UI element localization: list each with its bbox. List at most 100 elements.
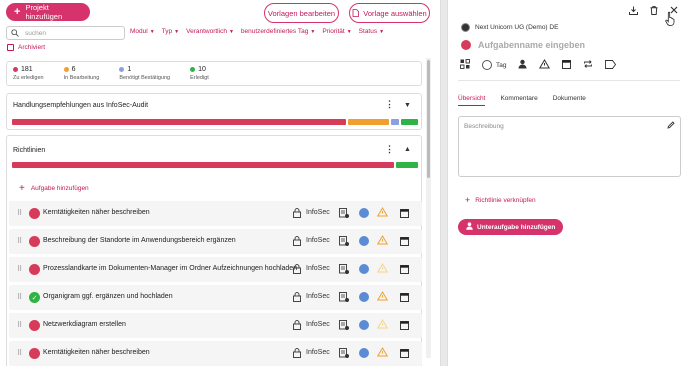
tab-comments[interactable]: Kommentare xyxy=(500,95,537,106)
filter-modul[interactable]: Modul ▼ xyxy=(130,28,155,35)
calendar-icon[interactable] xyxy=(400,348,409,360)
status-icon[interactable] xyxy=(29,348,40,359)
edit-templates-button[interactable]: Vorlagen bearbeiten xyxy=(264,3,339,23)
task-name[interactable]: Beschreibung der Standorte im Anwendungs… xyxy=(43,237,236,244)
document-status-icon[interactable] xyxy=(339,208,349,220)
task-name[interactable]: Prozesslandkarte im Dokumenten-Manager i… xyxy=(43,265,297,272)
search-input[interactable]: suchen xyxy=(6,26,125,40)
calendar-icon[interactable] xyxy=(400,292,409,304)
assignee-avatar[interactable] xyxy=(359,348,369,358)
check-circle-icon[interactable]: ✓ xyxy=(29,292,40,303)
status-icon[interactable] xyxy=(29,320,40,331)
assignee-icon[interactable] xyxy=(518,59,527,71)
document-status-icon[interactable] xyxy=(339,236,349,248)
document-status-icon[interactable] xyxy=(339,264,349,276)
pane-resizer[interactable] xyxy=(440,0,448,366)
progress-segment-todo xyxy=(12,119,346,125)
drag-handle-icon[interactable]: ⠿ xyxy=(17,265,22,273)
task-row[interactable]: ⠿ ✓ Organigram ggf. ergänzen und hochlad… xyxy=(9,285,422,310)
filter-label: Verantwortlich xyxy=(186,28,227,35)
chevron-up-icon[interactable]: ▲ xyxy=(404,146,411,153)
assignee-avatar[interactable] xyxy=(359,292,369,302)
priority-warning-icon[interactable] xyxy=(376,291,389,303)
description-field[interactable]: Beschreibung xyxy=(458,116,681,177)
assignee-avatar[interactable] xyxy=(359,236,369,246)
status-icon[interactable] xyxy=(29,208,40,219)
filter-label: Status xyxy=(358,28,378,35)
calendar-icon[interactable] xyxy=(400,236,409,248)
drag-handle-icon[interactable]: ⠿ xyxy=(17,349,22,357)
progress-segment-in-progress xyxy=(348,119,389,125)
assignee-avatar[interactable] xyxy=(359,208,369,218)
divider xyxy=(458,80,680,81)
calendar-icon[interactable] xyxy=(400,208,409,220)
module-icon[interactable] xyxy=(460,59,470,71)
drag-handle-icon[interactable]: ⠿ xyxy=(17,209,22,217)
calendar-icon[interactable] xyxy=(400,264,409,276)
task-name[interactable]: Organigram ggf. ergänzen und hochladen xyxy=(43,293,173,300)
drag-handle-icon[interactable]: ⠿ xyxy=(17,321,22,329)
plus-icon: + xyxy=(14,6,21,18)
scrollbar-thumb[interactable] xyxy=(427,60,430,178)
drag-handle-icon[interactable]: ⠿ xyxy=(17,293,22,301)
add-task-button[interactable]: + Aufgabe hinzufügen xyxy=(19,183,89,194)
document-status-icon[interactable] xyxy=(339,348,349,360)
add-project-button[interactable]: + Projekt hinzufügen xyxy=(6,3,90,21)
trash-icon[interactable] xyxy=(650,6,658,17)
task-name[interactable]: Kerntätigkeiten näher beschreiben xyxy=(43,349,150,356)
stat-count: 181 xyxy=(21,66,33,73)
pencil-icon[interactable] xyxy=(667,121,675,131)
priority-warning-icon[interactable] xyxy=(376,263,389,275)
tag-button[interactable]: Tag xyxy=(482,60,506,70)
priority-warning-icon[interactable] xyxy=(539,59,551,71)
download-icon[interactable] xyxy=(629,6,638,17)
task-row[interactable]: ⠿ Kerntätigkeiten näher beschreiben Info… xyxy=(9,201,422,226)
progress-segment-todo xyxy=(12,162,394,168)
select-template-button[interactable]: Vorlage auswählen xyxy=(349,3,430,23)
task-org: InfoSec xyxy=(306,265,330,272)
status-icon[interactable] xyxy=(461,40,471,50)
repeat-icon[interactable] xyxy=(583,59,593,71)
filter-label: Priorität xyxy=(322,28,345,35)
task-row[interactable]: ⠿ Netzwerkdiagram erstellen InfoSec xyxy=(9,313,422,338)
task-name-input[interactable] xyxy=(478,40,648,50)
filter-label: Typ xyxy=(161,28,173,35)
filter-status[interactable]: Status ▼ xyxy=(359,28,384,35)
tab-documents[interactable]: Dokumente xyxy=(553,95,586,106)
task-name[interactable]: Netzwerkdiagram erstellen xyxy=(43,321,126,328)
more-options-icon[interactable]: ⋮ xyxy=(385,99,394,110)
filter-prioritaet[interactable]: Priorität ▼ xyxy=(322,28,351,35)
task-row[interactable]: ⠿ Kerntätigkeiten näher beschreiben Info… xyxy=(9,341,422,366)
task-name[interactable]: Kerntätigkeiten näher beschreiben xyxy=(43,209,150,216)
tab-overview[interactable]: Übersicht xyxy=(458,95,486,106)
task-row[interactable]: ⠿ Prozesslandkarte im Dokumenten-Manager… xyxy=(9,257,422,282)
filter-custom-tag[interactable]: benutzerdefiniertes Tag ▼ xyxy=(241,28,315,35)
assignee-avatar[interactable] xyxy=(359,264,369,274)
status-icon[interactable] xyxy=(29,236,40,247)
calendar-icon[interactable] xyxy=(562,59,572,71)
archived-checkbox[interactable]: Archiviert xyxy=(7,44,45,51)
document-status-icon[interactable] xyxy=(339,320,349,332)
tag-icon xyxy=(482,60,492,70)
chevron-down-icon[interactable]: ▼ xyxy=(404,102,411,109)
lock-icon xyxy=(293,348,301,360)
task-org: InfoSec xyxy=(306,349,330,356)
calendar-icon[interactable] xyxy=(400,320,409,332)
status-icon[interactable] xyxy=(29,264,40,275)
priority-warning-icon[interactable] xyxy=(376,207,389,219)
priority-warning-icon[interactable] xyxy=(376,235,389,247)
drag-handle-icon[interactable]: ⠿ xyxy=(17,237,22,245)
more-options-icon[interactable]: ⋮ xyxy=(385,144,394,155)
task-row[interactable]: ⠿ Beschreibung der Standorte im Anwendun… xyxy=(9,229,422,254)
priority-warning-icon[interactable] xyxy=(376,319,389,331)
assignee-avatar[interactable] xyxy=(359,320,369,330)
checkbox-box[interactable] xyxy=(7,44,14,51)
document-status-icon[interactable] xyxy=(339,292,349,304)
link-guideline-button[interactable]: + Richtlinie verknüpfen xyxy=(465,195,536,205)
label-icon[interactable] xyxy=(605,59,617,71)
filter-typ[interactable]: Typ ▼ xyxy=(162,28,179,35)
filter-verantwortlich[interactable]: Verantwortlich ▼ xyxy=(186,28,234,35)
add-subtask-button[interactable]: Unteraufgabe hinzufügen xyxy=(458,219,564,235)
tag-label: Tag xyxy=(496,61,507,69)
priority-warning-icon[interactable] xyxy=(376,347,389,359)
